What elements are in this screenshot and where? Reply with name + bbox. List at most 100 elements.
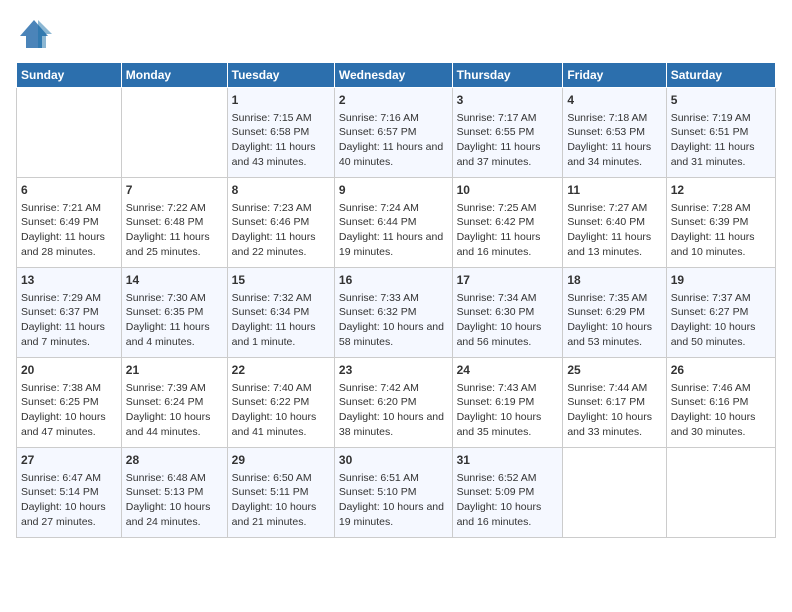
day-info-line: Sunset: 5:10 PM [339, 485, 448, 500]
day-info-line: Sunrise: 6:52 AM [457, 471, 559, 486]
calendar-day-cell: 22Sunrise: 7:40 AMSunset: 6:22 PMDayligh… [227, 358, 334, 448]
day-info-line: Daylight: 11 hours and 7 minutes. [21, 320, 117, 349]
day-number: 28 [126, 452, 223, 469]
day-info-line: Daylight: 10 hours and 30 minutes. [671, 410, 771, 439]
day-info-line: Sunrise: 7:25 AM [457, 201, 559, 216]
day-info-line: Sunset: 6:16 PM [671, 395, 771, 410]
calendar-day-cell: 10Sunrise: 7:25 AMSunset: 6:42 PMDayligh… [452, 178, 563, 268]
day-info-line: Daylight: 11 hours and 34 minutes. [567, 140, 661, 169]
page-header [16, 16, 776, 52]
day-info-line: Sunrise: 7:39 AM [126, 381, 223, 396]
day-info-line: Sunrise: 7:44 AM [567, 381, 661, 396]
day-info-line: Sunrise: 6:51 AM [339, 471, 448, 486]
day-info-line: Sunrise: 7:17 AM [457, 111, 559, 126]
day-number: 1 [232, 92, 330, 109]
day-number: 13 [21, 272, 117, 289]
calendar-week-row: 20Sunrise: 7:38 AMSunset: 6:25 PMDayligh… [17, 358, 776, 448]
calendar-week-row: 13Sunrise: 7:29 AMSunset: 6:37 PMDayligh… [17, 268, 776, 358]
day-info-line: Sunset: 6:35 PM [126, 305, 223, 320]
calendar-day-cell: 25Sunrise: 7:44 AMSunset: 6:17 PMDayligh… [563, 358, 666, 448]
calendar-week-row: 27Sunrise: 6:47 AMSunset: 5:14 PMDayligh… [17, 448, 776, 538]
day-info-line: Sunset: 6:29 PM [567, 305, 661, 320]
day-info-line: Sunset: 6:48 PM [126, 215, 223, 230]
calendar-day-cell: 9Sunrise: 7:24 AMSunset: 6:44 PMDaylight… [334, 178, 452, 268]
day-info-line: Sunrise: 7:28 AM [671, 201, 771, 216]
day-info-line: Sunrise: 7:34 AM [457, 291, 559, 306]
day-info-line: Daylight: 11 hours and 13 minutes. [567, 230, 661, 259]
calendar-day-cell: 2 Sunrise: 7:16 AMSunset: 6:57 PMDaylight… [334, 88, 452, 178]
day-info-line: Sunset: 6:27 PM [671, 305, 771, 320]
day-number: 18 [567, 272, 661, 289]
day-info-line: Sunset: 6:58 PM [232, 125, 330, 140]
day-info-line: Daylight: 10 hours and 19 minutes. [339, 500, 448, 529]
day-info-line: Daylight: 11 hours and 40 minutes. [339, 140, 448, 169]
day-info-line: Daylight: 11 hours and 10 minutes. [671, 230, 771, 259]
calendar-day-cell: 18Sunrise: 7:35 AMSunset: 6:29 PMDayligh… [563, 268, 666, 358]
day-info-line: Sunrise: 7:33 AM [339, 291, 448, 306]
day-info-line: Daylight: 10 hours and 38 minutes. [339, 410, 448, 439]
day-number: 31 [457, 452, 559, 469]
calendar-day-cell: 15Sunrise: 7:32 AMSunset: 6:34 PMDayligh… [227, 268, 334, 358]
calendar-week-row: 6Sunrise: 7:21 AMSunset: 6:49 PMDaylight… [17, 178, 776, 268]
day-info-line: Sunrise: 7:37 AM [671, 291, 771, 306]
day-info-line: Sunset: 6:34 PM [232, 305, 330, 320]
day-info-line: Sunset: 6:55 PM [457, 125, 559, 140]
calendar-day-cell [666, 448, 775, 538]
day-info-line: Sunrise: 7:30 AM [126, 291, 223, 306]
day-info-line: Daylight: 10 hours and 56 minutes. [457, 320, 559, 349]
day-info-line: Sunset: 6:24 PM [126, 395, 223, 410]
calendar-day-cell [17, 88, 122, 178]
day-info-line: Sunset: 6:19 PM [457, 395, 559, 410]
calendar-day-cell [563, 448, 666, 538]
day-number: 19 [671, 272, 771, 289]
day-number: 4 [567, 92, 661, 109]
day-info-line: Sunrise: 7:43 AM [457, 381, 559, 396]
day-info-line: Daylight: 11 hours and 25 minutes. [126, 230, 223, 259]
calendar-day-cell: 13Sunrise: 7:29 AMSunset: 6:37 PMDayligh… [17, 268, 122, 358]
day-number: 9 [339, 182, 448, 199]
day-info-line: Sunset: 6:51 PM [671, 125, 771, 140]
weekday-header: Monday [121, 63, 227, 88]
day-info-line: Daylight: 11 hours and 22 minutes. [232, 230, 330, 259]
day-info-line: Sunset: 6:30 PM [457, 305, 559, 320]
day-info-line: Sunrise: 7:15 AM [232, 111, 330, 126]
day-info-line: Daylight: 10 hours and 16 minutes. [457, 500, 559, 529]
day-info-line: Sunrise: 7:24 AM [339, 201, 448, 216]
day-info-line: Sunset: 6:22 PM [232, 395, 330, 410]
logo [16, 16, 56, 52]
day-number: 6 [21, 182, 117, 199]
day-info-line: Daylight: 11 hours and 4 minutes. [126, 320, 223, 349]
calendar-day-cell: 14Sunrise: 7:30 AMSunset: 6:35 PMDayligh… [121, 268, 227, 358]
day-number: 2 [339, 92, 448, 109]
day-info-line: Sunrise: 6:48 AM [126, 471, 223, 486]
day-info-line: Sunrise: 7:38 AM [21, 381, 117, 396]
day-info-line: Sunrise: 6:47 AM [21, 471, 117, 486]
day-info-line: Sunset: 6:40 PM [567, 215, 661, 230]
day-number: 16 [339, 272, 448, 289]
calendar-day-cell: 12Sunrise: 7:28 AMSunset: 6:39 PMDayligh… [666, 178, 775, 268]
day-info-line: Sunset: 6:17 PM [567, 395, 661, 410]
calendar-day-cell: 21Sunrise: 7:39 AMSunset: 6:24 PMDayligh… [121, 358, 227, 448]
calendar-day-cell [121, 88, 227, 178]
day-info-line: Daylight: 10 hours and 47 minutes. [21, 410, 117, 439]
calendar-day-cell: 27Sunrise: 6:47 AMSunset: 5:14 PMDayligh… [17, 448, 122, 538]
day-number: 10 [457, 182, 559, 199]
calendar-day-cell: 8Sunrise: 7:23 AMSunset: 6:46 PMDaylight… [227, 178, 334, 268]
day-info-line: Sunset: 6:57 PM [339, 125, 448, 140]
day-info-line: Sunrise: 7:23 AM [232, 201, 330, 216]
calendar-day-cell: 29Sunrise: 6:50 AMSunset: 5:11 PMDayligh… [227, 448, 334, 538]
calendar-day-cell: 19Sunrise: 7:37 AMSunset: 6:27 PMDayligh… [666, 268, 775, 358]
calendar-day-cell: 7Sunrise: 7:22 AMSunset: 6:48 PMDaylight… [121, 178, 227, 268]
day-number: 8 [232, 182, 330, 199]
calendar-day-cell: 17Sunrise: 7:34 AMSunset: 6:30 PMDayligh… [452, 268, 563, 358]
day-info-line: Sunrise: 7:29 AM [21, 291, 117, 306]
weekday-header: Sunday [17, 63, 122, 88]
day-number: 27 [21, 452, 117, 469]
day-number: 30 [339, 452, 448, 469]
day-number: 5 [671, 92, 771, 109]
calendar-day-cell: 30 Sunrise: 6:51 AMSunset: 5:10 PMDayligh… [334, 448, 452, 538]
calendar-day-cell: 23Sunrise: 7:42 AMSunset: 6:20 PMDayligh… [334, 358, 452, 448]
day-info-line: Sunset: 6:44 PM [339, 215, 448, 230]
day-number: 7 [126, 182, 223, 199]
day-info-line: Sunrise: 7:16 AM [339, 111, 448, 126]
